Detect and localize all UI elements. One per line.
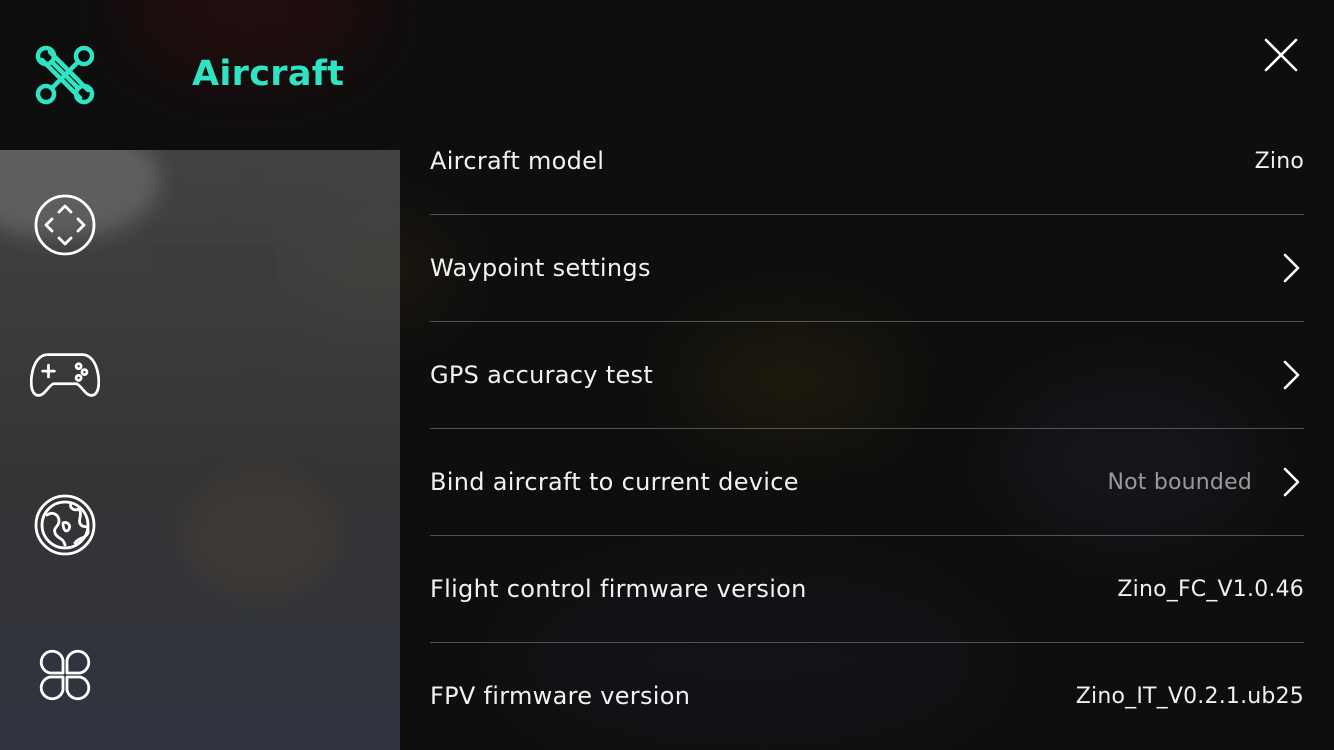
sidebar-item-map[interactable] — [30, 490, 100, 560]
row-value: Zino_IT_V0.2.1.ub25 — [1075, 683, 1304, 709]
row-label: Flight control firmware version — [430, 575, 807, 603]
backdrop-panel — [152, 245, 276, 330]
dpad-circle-icon — [34, 194, 96, 256]
row-label: Bind aircraft to current device — [430, 468, 799, 496]
chevron-right-icon — [1283, 360, 1300, 390]
row-fpv-firmware: FPV firmware version Zino_IT_V0.2.1.ub25 — [430, 643, 1304, 749]
chevron-right-icon — [1283, 467, 1300, 497]
close-icon[interactable] — [1258, 32, 1304, 78]
aircraft-icon — [35, 45, 95, 105]
row-gps-accuracy-test[interactable]: GPS accuracy test — [430, 322, 1304, 429]
sidebar-item-gimbal[interactable] — [30, 190, 100, 260]
row-label: Waypoint settings — [430, 254, 651, 282]
row-label: Aircraft model — [430, 147, 605, 175]
bind-status: Not bounded — [1107, 469, 1252, 495]
sidebar-item-remote-controller[interactable] — [30, 340, 100, 410]
globe-icon — [34, 494, 96, 556]
clover-icon — [39, 649, 91, 701]
row-flight-control-firmware: Flight control firmware version Zino_FC_… — [430, 536, 1304, 643]
row-waypoint-settings[interactable]: Waypoint settings — [430, 215, 1304, 322]
page-title: Aircraft — [192, 54, 345, 94]
row-label: GPS accuracy test — [430, 361, 654, 389]
row-value: Zino_FC_V1.0.46 — [1117, 576, 1304, 602]
row-aircraft-model: Aircraft model Zino — [430, 108, 1304, 215]
gamepad-icon — [30, 353, 100, 397]
sidebar — [0, 150, 400, 750]
row-label: FPV firmware version — [430, 682, 691, 710]
row-bind-aircraft[interactable]: Bind aircraft to current device Not boun… — [430, 429, 1304, 536]
settings-list: Aircraft model Zino Waypoint settings GP… — [430, 108, 1304, 749]
row-value: Zino — [1254, 148, 1304, 174]
sidebar-item-general[interactable] — [30, 640, 100, 710]
chevron-right-icon — [1283, 253, 1300, 283]
